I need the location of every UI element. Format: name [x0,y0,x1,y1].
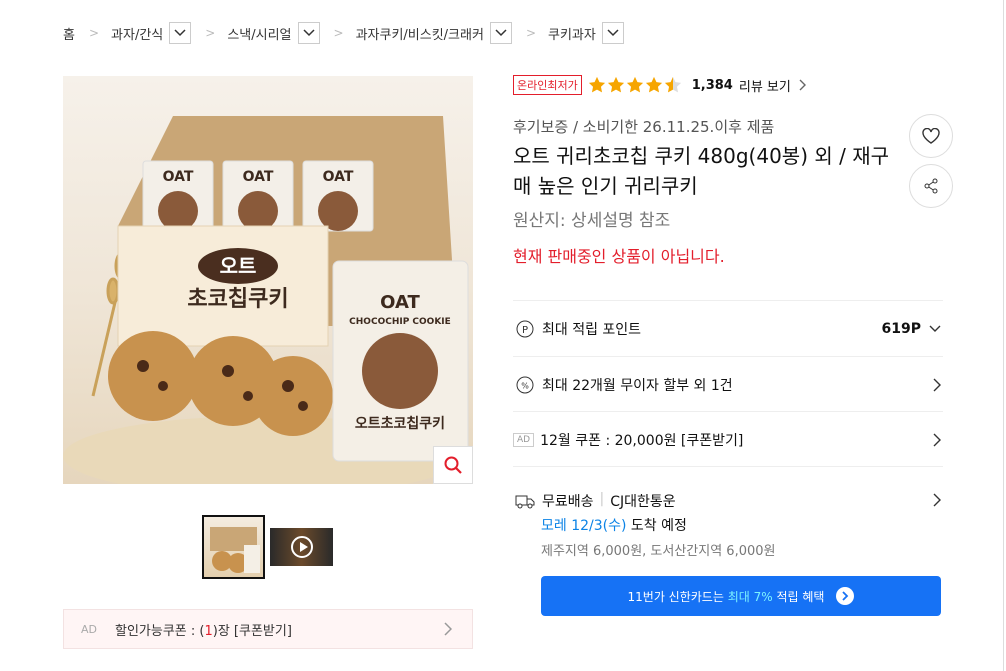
point-value: 619P [881,320,921,337]
chevron-down-icon[interactable] [169,22,192,44]
chevron-down-icon [929,325,941,332]
chevron-right-icon [933,433,941,446]
pack-name: 오트초코칩쿠키 [355,415,445,432]
share-button[interactable] [909,164,953,208]
coupon-bar[interactable]: AD 할인가능쿠폰 : (1)장 [쿠폰받기] [63,609,473,649]
banner-prefix: 11번가 신한카드는 [627,589,724,604]
installment-text: 최대 22개월 무이자 할부 외 1건 [542,377,733,394]
pack-label-large: OAT [380,292,420,313]
delivery-estimate: 모레 12/3(수) 도착 예정 [541,515,687,535]
truck-icon [515,491,535,511]
breadcrumb-label[interactable]: 과자쿠키/비스킷/크래커 [356,24,484,43]
shipping-carrier: CJ대한통운 [610,494,676,510]
share-icon [924,178,938,194]
breadcrumb-home[interactable]: 홈 [63,24,75,43]
play-icon [290,536,313,558]
review-link-label[interactable]: 리뷰 보기 [739,76,791,95]
pack-label: OAT [323,169,354,185]
pack-label: OAT [163,169,194,185]
product-subtitle: 후기보증 / 소비기한 26.11.25.이후 제품 [513,118,775,136]
banner-highlight: 최대 7% [727,589,773,604]
star-icon [626,76,643,93]
chevron-right-icon: > [88,26,100,40]
coupon-bar-prefix: 할인가능쿠폰 : ( [115,623,205,639]
chevron-right-icon: > [333,26,344,40]
scrollbar-edge [1003,0,1004,671]
product-title: 오트 귀리초코칩 쿠키 480g(40봉) 외 / 재구매 높은 인기 귀리쿠키 [513,144,890,198]
point-icon: P [515,319,535,339]
chevron-right-icon: > [205,26,216,40]
box-sub-text: 초코칩쿠키 [187,287,288,312]
heart-icon [922,128,940,144]
star-icon [645,76,662,93]
star-icon [588,76,605,93]
breadcrumb-item-cookies[interactable]: 쿠키과자 [548,22,624,44]
delivery-extra-fee: 제주지역 6,000원, 도서산간지역 6,000원 [541,544,776,559]
chevron-right-icon [444,622,452,636]
chevron-down-icon[interactable] [489,22,512,44]
chevron-down-icon[interactable] [297,22,320,44]
review-link[interactable]: 리뷰 보기 [739,76,806,95]
rating-row: 온라인최저가 1,384 리뷰 보기 [513,74,806,96]
star-half-icon [664,76,681,93]
review-count: 1,384 [691,77,733,93]
ad-label: AD [81,622,97,636]
svg-text:P: P [522,325,528,336]
breadcrumb-item-snacks[interactable]: 과자/간식 [111,22,192,44]
svg-text:%: % [521,381,529,390]
coupon-bar-text: 할인가능쿠폰 : (1)장 [쿠폰받기] [115,620,292,639]
pack-label-sub: CHOCOCHIP COOKIE [349,317,451,327]
delivery-suffix: 도착 예정 [630,518,687,534]
delivery-date: 모레 12/3(수) [541,518,627,534]
breadcrumb: 홈 > 과자/간식 > 스낵/시리얼 > 과자쿠키/비스킷/크래커 > 쿠키과자 [63,18,624,48]
divider: | [599,491,605,507]
ad-tag: AD [513,432,535,447]
arrow-right-icon [836,587,855,605]
thumbnail-video[interactable] [270,528,333,566]
lowest-price-badge: 온라인최저가 [513,75,582,95]
product-origin: 원산지: 상세설명 참조 [513,211,671,231]
point-label: 최대 적립 포인트 [542,321,642,338]
wishlist-button[interactable] [909,114,953,158]
product-main-image[interactable]: OAT OAT OAT 오트 초코칩쿠키 OAT CHOCOCHIP COOKI… [63,76,473,484]
point-row[interactable]: P 최대 적립 포인트 619P [513,300,943,356]
sale-status: 현재 판매중인 상품이 아닙니다. [513,247,725,266]
star-rating [588,76,682,94]
chevron-down-icon[interactable] [601,22,624,44]
zoom-button[interactable] [433,446,473,484]
coupon-count: 1 [204,623,213,639]
coupon-bar-suffix: )장 [쿠폰받기] [212,623,292,639]
breadcrumb-label[interactable]: 스낵/시리얼 [227,24,291,43]
installment-row[interactable]: % 최대 22개월 무이자 할부 외 1건 [513,356,943,412]
coupon-row[interactable]: AD 12월 쿠폰 : 20,000원 [쿠폰받기] [513,411,943,467]
chevron-right-icon [799,79,806,91]
chevron-right-icon [933,378,941,391]
banner-suffix: 적립 혜택 [776,589,825,604]
breadcrumb-label[interactable]: 쿠키과자 [548,24,596,43]
box-brand-text: 오트 [220,254,257,278]
breadcrumb-home-label[interactable]: 홈 [63,24,75,43]
magnifier-icon [444,456,462,474]
pack-label: OAT [243,169,274,185]
thumbnail-image[interactable] [202,515,265,579]
card-benefit-banner[interactable]: 11번가 신한카드는 최대 7% 적립 혜택 [541,576,941,616]
breadcrumb-item-biscuits[interactable]: 과자쿠키/비스킷/크래커 [356,22,512,44]
breadcrumb-label[interactable]: 과자/간식 [111,24,163,43]
star-icon [607,76,624,93]
chevron-right-icon: > [525,26,537,40]
product-illustration: OAT OAT OAT 오트 초코칩쿠키 OAT CHOCOCHIP COOKI… [63,116,469,484]
percent-icon: % [515,375,535,395]
chevron-right-icon [933,493,941,507]
coupon-text: 12월 쿠폰 : 20,000원 [쿠폰받기] [540,432,744,449]
breadcrumb-item-cereal[interactable]: 스낵/시리얼 [227,22,320,44]
shipping-free: 무료배송 [542,494,594,510]
